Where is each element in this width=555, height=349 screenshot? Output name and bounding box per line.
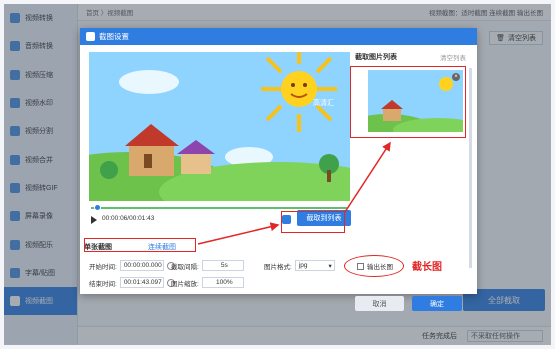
ok-button[interactable]: 确定: [412, 296, 462, 311]
interval-input[interactable]: 5s: [201, 260, 244, 271]
video-preview[interactable]: 高清汇: [89, 52, 350, 201]
scrollbar[interactable]: [469, 68, 472, 268]
scale-input[interactable]: 100%: [201, 277, 244, 288]
cancel-button[interactable]: 取消: [355, 296, 404, 311]
progress-track[interactable]: [91, 207, 347, 209]
start-time-label: 开始时间:: [89, 263, 117, 271]
play-icon[interactable]: [91, 216, 97, 224]
time-display: 00:00:06/00:01:43: [102, 215, 155, 222]
chevron-down-icon: ▾: [328, 262, 332, 270]
cartoon-scene-image: [89, 52, 350, 201]
scale-row: 图片缩放: 100%: [171, 277, 244, 288]
annotation-highlight-thumbnail: [350, 66, 466, 138]
end-time-row: 结束时间: 00:01:43.097: [89, 277, 175, 288]
annotation-circle-long-image: [344, 255, 404, 277]
interval-label: 截取间隔:: [171, 263, 199, 271]
clear-captured-list[interactable]: 清空列表: [440, 52, 466, 62]
annotation-highlight-tabs: [84, 238, 196, 252]
screenshot-icon: [86, 32, 95, 41]
captured-list-title: 截取图片列表: [355, 54, 397, 61]
start-time-row: 开始时间: 00:00:00.000: [89, 260, 175, 271]
format-select[interactable]: jpg ▾: [294, 260, 335, 271]
interval-row: 截取间隔: 5s: [171, 260, 244, 271]
progress-handle[interactable]: [94, 204, 101, 211]
annotation-highlight-capture-button: [281, 211, 345, 233]
dialog-header: 截图设置: [80, 28, 477, 45]
annotation-label-long-image: 截长图: [412, 262, 442, 273]
end-time-value: 00:01:43.097: [123, 279, 162, 286]
scale-label: 图片缩放:: [171, 280, 199, 288]
end-time-input[interactable]: 00:01:43.097: [119, 277, 164, 288]
format-label: 图片格式:: [264, 263, 292, 271]
dialog-title: 截图设置: [99, 32, 129, 41]
end-time-label: 结束时间:: [89, 280, 117, 288]
format-row: 图片格式: jpg ▾: [264, 260, 335, 271]
scale-value: 100%: [216, 279, 233, 286]
interval-value: 5s: [220, 262, 228, 269]
start-time-value: 00:00:00.000: [123, 262, 162, 269]
format-value: jpg: [298, 262, 308, 269]
preview-watermark: 高清汇: [313, 100, 334, 107]
start-time-input[interactable]: 00:00:00.000: [119, 260, 164, 271]
